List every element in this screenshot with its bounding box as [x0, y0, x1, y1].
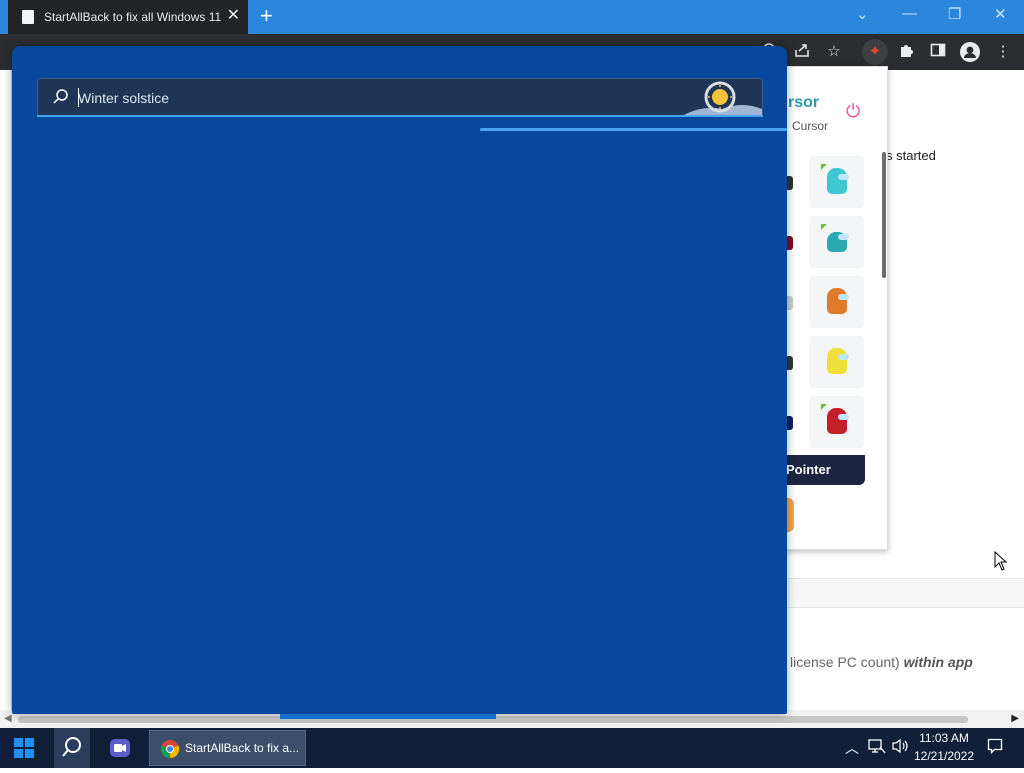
taskbar-search-button[interactable] — [54, 728, 90, 768]
cursor-tile[interactable] — [809, 156, 864, 208]
clock-date[interactable]: 12/21/2022 — [906, 749, 982, 763]
extension-subheading: Cursor — [792, 119, 829, 133]
start-button[interactable] — [4, 728, 44, 768]
winter-solstice-sun-icon[interactable] — [682, 79, 762, 116]
search-icon — [53, 89, 68, 104]
minimize-button[interactable]: — — [902, 5, 917, 22]
extension-heading: rsor — [788, 94, 820, 111]
cursor-tile[interactable] — [809, 396, 864, 448]
browser-tab[interactable]: StartAllBack to fix all Windows 11 ✕ — [8, 0, 248, 34]
taskbar-chrome-button[interactable]: StartAllBack to fix a... — [149, 730, 306, 766]
search-flyout — [12, 46, 787, 719]
power-icon[interactable]: ⏻ — [846, 101, 860, 122]
crewmate-cyan-icon — [827, 168, 847, 194]
visor — [838, 234, 849, 240]
crewmate-red-icon — [827, 408, 847, 434]
crewmate-orange-icon — [827, 288, 847, 314]
taskbar-chrome-label: StartAllBack to fix a... — [185, 741, 300, 755]
bookmark-star-icon[interactable]: ☆ — [824, 42, 844, 62]
extensions-puzzle-icon[interactable] — [896, 42, 916, 62]
extension-scrollbar[interactable] — [882, 152, 886, 278]
search-icon — [62, 737, 81, 757]
cursor-tile[interactable] — [809, 276, 864, 328]
search-input[interactable] — [78, 85, 678, 110]
license-text: license PC count) — [790, 654, 900, 670]
tab-search-dropdown-icon[interactable]: ⌄ — [856, 5, 869, 23]
taskbar: StartAllBack to fix a... ︿ 11:03 AM 12/2… — [0, 728, 1024, 768]
clock-time[interactable]: 11:03 AM — [906, 731, 982, 745]
extension-action-button[interactable] — [786, 498, 794, 532]
windows-logo-icon — [14, 738, 34, 758]
tab-title: StartAllBack to fix all Windows 11 — [44, 10, 222, 24]
loading-progress-bar — [480, 128, 787, 131]
visor — [838, 174, 849, 180]
close-window-button[interactable]: ✕ — [994, 5, 1007, 23]
browser-menu-icon[interactable]: ⋮ — [993, 42, 1013, 62]
mouse-pointer-icon — [994, 551, 1008, 571]
page-divider — [788, 607, 1024, 608]
visor — [838, 414, 849, 420]
search-focus-underline — [37, 115, 763, 117]
profile-avatar-icon[interactable] — [960, 42, 980, 62]
video-camera-icon — [110, 739, 130, 757]
page-favicon-icon — [22, 10, 34, 24]
panel-scroll-indicator — [280, 714, 496, 719]
meet-now-button[interactable] — [100, 728, 140, 768]
notification-center-icon[interactable] — [987, 738, 1003, 757]
scroll-right-icon[interactable]: ▶ — [1011, 713, 1019, 724]
pointer-button[interactable]: Pointer — [786, 455, 865, 485]
visor — [838, 294, 849, 300]
chrome-logo-icon — [160, 740, 180, 759]
scroll-left-icon[interactable]: ◀ — [4, 713, 12, 724]
license-emphasis: within app — [903, 654, 973, 670]
page-text-started: s started — [886, 148, 936, 163]
cursor-tile[interactable] — [809, 336, 864, 388]
browser-title-bar: StartAllBack to fix all Windows 11 ✕ + ⌄… — [0, 0, 1024, 34]
pointer-button-label: Pointer — [786, 462, 831, 477]
cursor-arrow-icon — [821, 404, 827, 410]
show-hidden-icons-chevron-icon[interactable]: ︿ — [845, 738, 859, 758]
page-text-license: license PC count) within app — [790, 654, 973, 670]
network-icon[interactable] — [868, 738, 886, 757]
side-panel-icon[interactable] — [928, 42, 948, 62]
visor — [838, 354, 849, 360]
page-divider — [788, 578, 1024, 579]
cursor-extension-icon[interactable]: ✦ — [862, 39, 888, 65]
crewmate-yellow-icon — [827, 348, 847, 374]
new-tab-button[interactable]: + — [260, 5, 273, 27]
close-tab-icon[interactable]: ✕ — [227, 8, 240, 24]
page-band — [788, 579, 1024, 607]
share-icon[interactable] — [792, 42, 812, 62]
cursor-arrow-icon — [821, 164, 827, 170]
cursor-tile[interactable] — [809, 216, 864, 268]
cursor-arrow-icon — [821, 224, 827, 230]
restore-button[interactable]: ❐ — [948, 5, 961, 23]
search-box[interactable] — [37, 78, 763, 117]
